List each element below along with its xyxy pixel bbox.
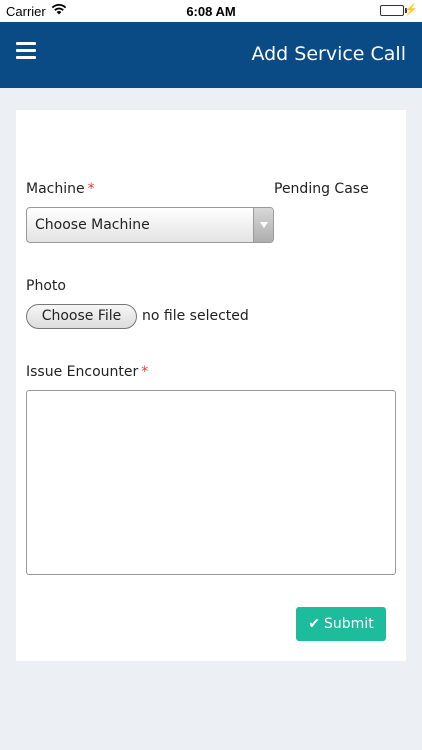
issue-label-text: Issue Encounter xyxy=(26,364,139,380)
submit-label: Submit xyxy=(324,616,374,632)
service-call-form: Machine * Pending Case Choose Machine Pho… xyxy=(16,110,406,661)
file-status: no file selected xyxy=(142,308,249,324)
machine-select[interactable]: Choose Machine xyxy=(26,207,274,243)
issue-label: Issue Encounter * xyxy=(26,364,148,380)
required-mark: * xyxy=(87,181,95,197)
battery-icon xyxy=(380,5,404,16)
machine-label-text: Machine xyxy=(26,181,85,197)
machine-select-value: Choose Machine xyxy=(35,217,150,233)
bolt-icon: ⚡ xyxy=(404,4,418,16)
submit-button[interactable]: ✔ Submit xyxy=(296,607,386,641)
issue-textarea[interactable] xyxy=(26,390,396,575)
chevron-down-icon xyxy=(260,222,268,228)
machine-label: Machine * xyxy=(26,181,95,197)
status-bar: Carrier 6:08 AM ⚡ xyxy=(0,0,422,22)
nav-bar: Add Service Call xyxy=(0,22,422,88)
select-arrow xyxy=(253,208,273,242)
hamburger-menu-icon[interactable] xyxy=(16,42,36,60)
photo-label: Photo xyxy=(26,278,66,294)
required-mark: * xyxy=(141,364,149,380)
check-icon: ✔ xyxy=(308,616,321,632)
clock: 6:08 AM xyxy=(186,4,236,19)
pending-case-label: Pending Case xyxy=(274,181,369,197)
page-title: Add Service Call xyxy=(251,43,406,65)
choose-file-button[interactable]: Choose File xyxy=(26,304,137,329)
